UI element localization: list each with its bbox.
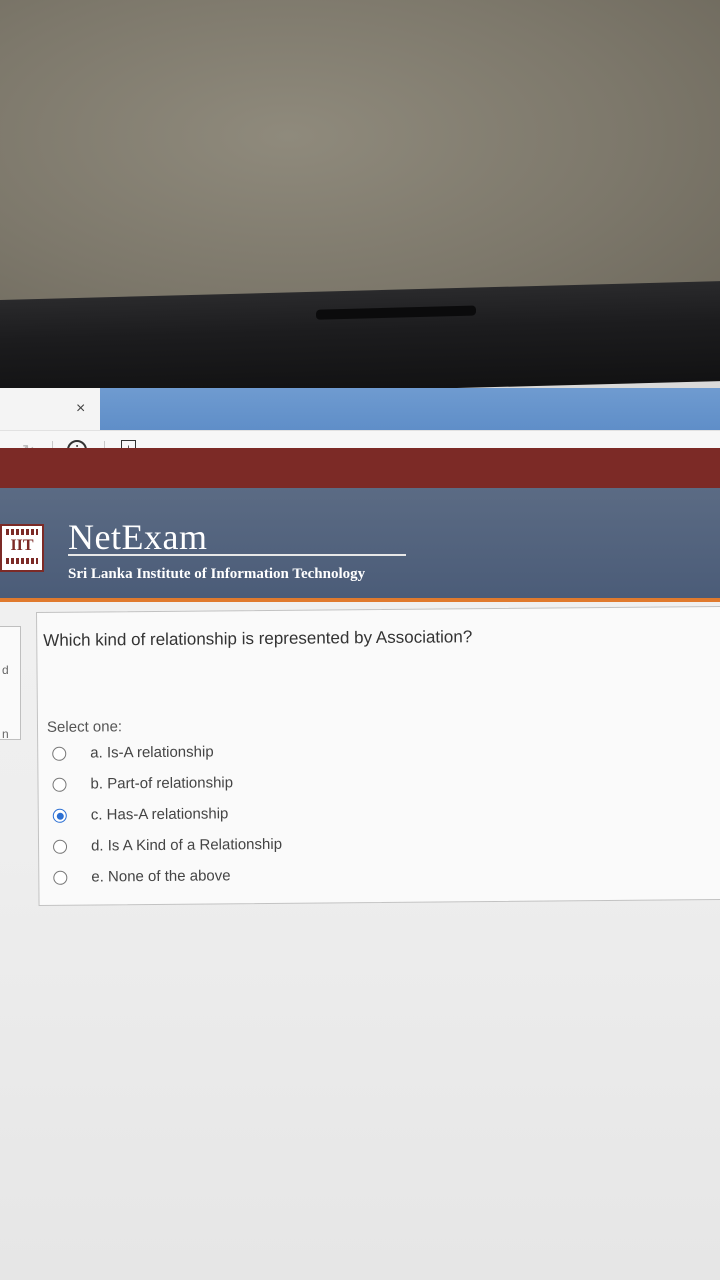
option-label[interactable]: d. Is A Kind of a Relationship [91, 836, 282, 855]
radio-button-selected[interactable] [52, 808, 67, 823]
question-text: Which kind of relationship is represente… [43, 627, 473, 650]
radio-button[interactable] [52, 839, 68, 854]
close-tab-icon[interactable]: × [76, 400, 85, 418]
option-label[interactable]: c. Has-A relationship [91, 805, 229, 823]
sidebar-fragment-text: d [2, 663, 9, 677]
logo-text: IIT [10, 537, 34, 554]
brand-title[interactable]: NetExam [68, 516, 207, 558]
radio-button[interactable] [52, 777, 67, 792]
laptop-bezel [0, 281, 720, 400]
question-card: Which kind of relationship is represente… [36, 605, 720, 906]
radio-button[interactable] [53, 870, 68, 885]
bezel-camera-strip [316, 305, 476, 320]
browser-tab-area[interactable] [100, 388, 720, 430]
option-label[interactable]: e. None of the above [91, 867, 230, 885]
sliit-logo: IIT [0, 524, 44, 572]
option-label[interactable]: b. Part-of relationship [90, 774, 233, 792]
option-label[interactable]: a. Is-A relationship [90, 743, 214, 761]
site-header: IIT NetExam Sri Lanka Institute of Infor… [0, 488, 720, 602]
select-one-label: Select one: [46, 718, 123, 736]
logo-pattern [6, 558, 38, 564]
tab-strip: × [0, 388, 720, 430]
brand-divider [68, 554, 406, 556]
sidebar-panel-fragment: d n [0, 626, 21, 741]
site-top-bar [0, 448, 720, 492]
logo-pattern [6, 529, 38, 535]
screen: × ↻ i + IIT NetExam Sri Lanka Institute … [0, 388, 720, 1280]
sidebar-fragment-text: n [2, 727, 9, 741]
radio-button[interactable] [52, 746, 67, 761]
brand-subtitle: Sri Lanka Institute of Information Techn… [68, 566, 366, 582]
